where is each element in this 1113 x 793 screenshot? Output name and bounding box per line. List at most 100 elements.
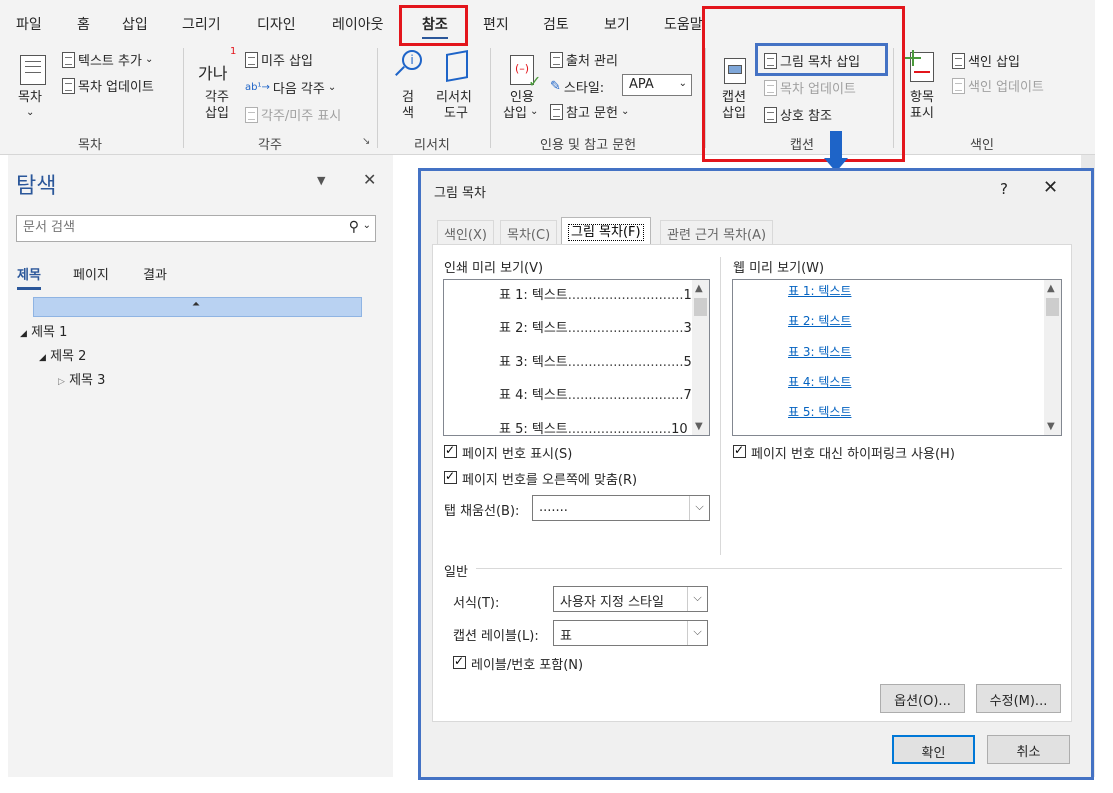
bibliography-button[interactable]: 참고 문헌 ⌄ bbox=[550, 102, 629, 121]
researcher-button-line2[interactable]: 도구 bbox=[444, 106, 468, 122]
web-preview-link[interactable]: 표 1: 텍스트 bbox=[788, 282, 851, 299]
tree-item-heading-1[interactable]: ◢ 제목 1 bbox=[20, 321, 67, 340]
tab-home[interactable]: 홈 bbox=[77, 14, 90, 34]
close-icon[interactable]: ✕ bbox=[1043, 177, 1058, 198]
tab-view[interactable]: 보기 bbox=[604, 14, 630, 34]
manage-sources-button[interactable]: 출처 관리 bbox=[550, 50, 618, 69]
style-value: APA bbox=[629, 77, 654, 92]
group-label-footnotes: 각주 bbox=[258, 138, 282, 153]
web-preview-link[interactable]: 표 4: 텍스트 bbox=[788, 373, 851, 390]
scroll-down-icon[interactable]: ▼ bbox=[695, 421, 703, 432]
researcher-button[interactable]: 리서치 bbox=[436, 90, 472, 106]
insert-endnote-button[interactable]: 미주 삽입 bbox=[245, 50, 313, 69]
expanded-triangle-icon[interactable]: ◢ bbox=[20, 329, 27, 339]
search-button[interactable]: 검 bbox=[402, 90, 414, 106]
pane-options-icon[interactable]: ▼ bbox=[317, 174, 325, 187]
use-hyperlinks-checkbox[interactable] bbox=[733, 443, 746, 458]
nav-tab-results[interactable]: 결과 bbox=[143, 264, 167, 283]
chevron-down-icon[interactable]: ⌄ bbox=[363, 220, 371, 231]
close-icon[interactable]: ✕ bbox=[363, 170, 376, 189]
update-toc-button[interactable]: 목차 업데이트 bbox=[62, 76, 154, 95]
print-preview-box[interactable]: 표 1: 텍스트............................1 표 … bbox=[443, 279, 710, 436]
show-notes-button[interactable]: 각주/미주 표시 bbox=[245, 105, 341, 124]
options-button[interactable]: 옵션(O)... bbox=[880, 684, 965, 713]
chevron-down-icon[interactable]: ⌄ bbox=[530, 106, 538, 117]
tab-layout[interactable]: 레이아웃 bbox=[332, 14, 384, 34]
help-icon[interactable]: ? bbox=[1000, 180, 1008, 198]
include-label-checkbox[interactable] bbox=[453, 654, 466, 669]
references-tab-highlight bbox=[399, 5, 468, 46]
print-preview-scrollbar[interactable]: ▲ ▼ bbox=[692, 280, 709, 435]
nav-tab-headings[interactable]: 제목 bbox=[17, 264, 41, 290]
search-button-line2[interactable]: 색 bbox=[402, 106, 414, 122]
chevron-down-icon: ⌄ bbox=[678, 78, 687, 89]
web-preview-link[interactable]: 표 3: 텍스트 bbox=[788, 343, 851, 360]
scroll-thumb[interactable] bbox=[694, 298, 707, 316]
tree-item-label: 제목 2 bbox=[50, 349, 87, 364]
tab-insert[interactable]: 삽입 bbox=[122, 14, 148, 34]
document-search[interactable]: ⚲ ⌄ bbox=[16, 215, 376, 242]
insert-footnote-button-line2[interactable]: 삽입 bbox=[205, 106, 229, 122]
right-align-checkbox[interactable] bbox=[444, 469, 457, 484]
chevron-down-icon[interactable]: ⌄ bbox=[26, 105, 34, 121]
tab-review[interactable]: 검토 bbox=[543, 14, 569, 34]
tree-item-label: 제목 3 bbox=[69, 373, 106, 388]
tab-table-of-contents[interactable]: 목차(C) bbox=[500, 220, 558, 244]
expanded-triangle-icon[interactable]: ◢ bbox=[39, 353, 46, 363]
tab-index[interactable]: 색인(X) bbox=[437, 220, 494, 244]
search-input[interactable] bbox=[23, 220, 333, 235]
ok-button[interactable]: 확인 bbox=[892, 735, 975, 764]
show-notes-icon bbox=[245, 106, 258, 123]
captions-group-highlight bbox=[702, 6, 905, 162]
insert-index-button[interactable]: 색인 삽입 bbox=[952, 51, 1020, 70]
footnote-glyph: 가나 bbox=[198, 64, 228, 83]
caption-label-dropdown[interactable]: 표 ⌵ bbox=[553, 620, 708, 646]
scroll-down-icon[interactable]: ▼ bbox=[1047, 421, 1055, 432]
web-preview-box[interactable]: 표 1: 텍스트 표 2: 텍스트 표 3: 텍스트 표 4: 텍스트 표 5:… bbox=[732, 279, 1062, 436]
collapsed-triangle-icon[interactable]: ▷ bbox=[58, 377, 65, 387]
mark-entry-button[interactable]: 항목 bbox=[910, 90, 934, 106]
toc-button[interactable]: 목차 bbox=[18, 90, 42, 106]
modify-button[interactable]: 수정(M)... bbox=[976, 684, 1061, 713]
tab-help[interactable]: 도움말 bbox=[664, 14, 704, 34]
search-icon[interactable]: ⚲ bbox=[349, 219, 359, 235]
collapse-all-bar[interactable]: ⏶ bbox=[33, 297, 362, 317]
show-page-numbers-checkbox[interactable] bbox=[444, 443, 457, 458]
tree-item-heading-2[interactable]: ◢ 제목 2 bbox=[39, 345, 86, 364]
web-preview-link[interactable]: 표 2: 텍스트 bbox=[788, 312, 851, 329]
tree-item-heading-3[interactable]: ▷ 제목 3 bbox=[58, 369, 105, 388]
add-text-button[interactable]: 텍스트 추가 ⌄ bbox=[62, 50, 153, 69]
chevron-down-icon: ⌄ bbox=[327, 82, 337, 93]
tab-table-of-authorities[interactable]: 관련 근거 목차(A) bbox=[660, 220, 774, 244]
tab-leader-dropdown[interactable]: ....... ⌵ bbox=[532, 495, 710, 521]
insert-footnote-button[interactable]: 각주 bbox=[205, 90, 229, 106]
scroll-up-icon[interactable]: ▲ bbox=[1047, 283, 1055, 294]
print-preview-row: 표 2: 텍스트............................3 bbox=[499, 321, 692, 336]
tab-table-of-figures[interactable]: 그림 목차(F) bbox=[561, 217, 651, 245]
print-preview-row: 표 3: 텍스트............................5 bbox=[499, 355, 692, 370]
cancel-button[interactable]: 취소 bbox=[987, 735, 1070, 764]
tab-table-of-figures-label: 그림 목차(F) bbox=[568, 224, 644, 241]
insert-citation-button[interactable]: 인용 bbox=[510, 90, 534, 106]
web-preview-scrollbar[interactable]: ▲ ▼ bbox=[1044, 280, 1061, 435]
insert-index-icon bbox=[952, 52, 965, 69]
tree-item-label: 제목 1 bbox=[31, 325, 68, 340]
tab-file[interactable]: 파일 bbox=[16, 14, 42, 34]
scroll-up-icon[interactable]: ▲ bbox=[695, 283, 703, 294]
manage-sources-label: 출처 관리 bbox=[566, 54, 618, 69]
format-dropdown[interactable]: 사용자 지정 스타일 ⌵ bbox=[553, 586, 708, 612]
update-index-button[interactable]: 색인 업데이트 bbox=[952, 76, 1044, 95]
web-preview-link[interactable]: 표 5: 텍스트 bbox=[788, 403, 851, 420]
style-dropdown[interactable]: APA ⌄ bbox=[622, 74, 692, 96]
scroll-thumb[interactable] bbox=[1046, 298, 1059, 316]
nav-tab-pages[interactable]: 페이지 bbox=[73, 264, 109, 283]
next-footnote-button[interactable]: ab¹→ 다음 각주 ⌄ bbox=[245, 78, 336, 97]
dialog-launcher-icon[interactable]: ↘ bbox=[362, 136, 370, 147]
caption-label-label: 캡션 레이블(L): bbox=[453, 629, 539, 644]
tab-draw[interactable]: 그리기 bbox=[182, 14, 221, 34]
tab-mailings[interactable]: 편지 bbox=[483, 14, 509, 34]
update-index-label: 색인 업데이트 bbox=[968, 80, 1044, 95]
tab-design[interactable]: 디자인 bbox=[257, 14, 296, 34]
insert-citation-button-line2[interactable]: 삽입 bbox=[503, 106, 527, 122]
mark-entry-button-line2[interactable]: 표시 bbox=[910, 106, 934, 122]
